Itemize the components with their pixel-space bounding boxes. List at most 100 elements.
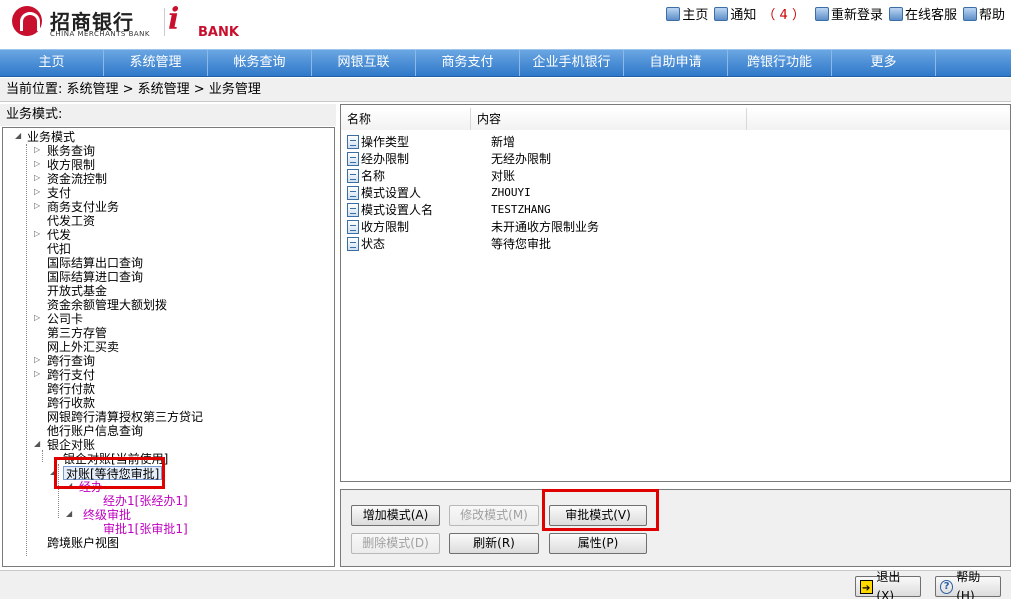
top-links: 主页 通知 （ 4 ） 重新登录 在线客服 帮助 [666,4,1005,23]
nav-item-cross-bank[interactable]: 跨银行功能 [728,50,832,76]
table-row[interactable]: 收方限制 未开通收方限制业务 [347,218,599,235]
tree-item-bank-recon-current[interactable]: 银企对账[当前使用] [63,452,168,466]
top-link-relogin-label: 重新登录 [830,8,883,23]
tree-item[interactable]: 商务支付业务 [47,200,119,214]
tree-item[interactable]: 第三方存管 [47,326,107,340]
tree-item[interactable]: 他行账户信息查询 [47,424,143,438]
tree-item-bank-recon[interactable]: 银企对账 [47,438,95,452]
tree-item[interactable]: 资金余额管理大额划拨 [47,298,167,312]
column-header-filler [747,108,1010,130]
tree-item[interactable]: 资金流控制 [47,172,107,186]
document-icon [347,219,359,234]
properties-button[interactable]: 属性(P) [549,533,647,554]
document-icon [347,134,359,149]
table-row[interactable]: 经办限制 无经办限制 [347,150,551,167]
tree-guide [42,450,43,462]
modify-mode-button[interactable]: 修改模式(M) [449,505,539,526]
table-row[interactable]: 名称 对账 [347,167,515,184]
document-icon [347,185,359,200]
ibank-logo-letter: i [168,2,180,37]
mode-tree: ◢ 业务模式 ▷ 账务查询 ▷ 收方限制 ▷ 资金流控制 ▷ 支付 ▷ 商务支付… [2,127,335,567]
collapse-icon[interactable]: ◢ [34,439,42,448]
expand-icon[interactable]: ▷ [34,201,42,210]
document-icon [347,236,359,251]
column-header-name[interactable]: 名称 [341,108,471,130]
tree-item-cross-border[interactable]: 跨境账户视图 [47,536,119,550]
tree-item[interactable]: 跨行查询 [47,354,95,368]
top-link-relogin[interactable]: 重新登录 [814,4,883,23]
tree-item[interactable]: 账务查询 [47,144,95,158]
notification-count: （ 4 ） [762,8,805,23]
breadcrumb: 当前位置: 系统管理 > 系统管理 > 业务管理 [0,78,1011,102]
tree-item[interactable]: 代扣 [47,242,71,256]
tree-guide [26,144,27,556]
tree-item-level-handle[interactable]: 经办 [79,480,103,494]
nav-item-commerce[interactable]: 商务支付 [416,50,520,76]
collapse-icon[interactable]: ◢ [50,467,58,476]
top-link-help[interactable]: 帮助 [962,4,1005,23]
tree-item[interactable]: 国际结算出口查询 [47,256,143,270]
top-link-service[interactable]: 在线客服 [888,4,957,23]
nav-item-more[interactable]: 更多 [832,50,936,76]
tree-root[interactable]: 业务模式 [27,130,75,144]
exit-button[interactable]: 退出(X) [855,570,921,599]
expand-icon[interactable]: ▷ [34,355,42,364]
tree-item[interactable]: 代发工资 [47,214,95,228]
nav-item-home[interactable]: 主页 [0,50,104,76]
relogin-icon [814,6,829,21]
top-link-home[interactable]: 主页 [666,4,708,23]
tree-item[interactable]: 网银跨行清算授权第三方贷记 [47,410,203,424]
collapse-icon[interactable]: ◢ [66,509,74,518]
expand-icon[interactable]: ▷ [34,229,42,238]
delete-mode-button[interactable]: 删除模式(D) [351,533,440,554]
top-link-notify[interactable]: 通知 （ 4 ） [714,4,809,23]
expand-icon[interactable]: ▷ [34,313,42,322]
nav-item-system[interactable]: 系统管理 [104,50,208,76]
table-row[interactable]: 状态 等待您审批 [347,235,551,252]
row-value: ZHOUYI [491,186,531,199]
tree-item[interactable]: 跨行收款 [47,396,95,410]
tree-item[interactable]: 公司卡 [47,312,83,326]
table-row[interactable]: 模式设置人 ZHOUYI [347,184,531,201]
nav-item-interbank[interactable]: 网银互联 [312,50,416,76]
expand-icon[interactable]: ▷ [34,173,42,182]
expand-icon[interactable]: ▷ [34,369,42,378]
footer-bar: 退出(X) ? 帮助(H) [0,570,1011,599]
add-mode-button[interactable]: 增加模式(A) [351,505,440,526]
tree-item[interactable]: 支付 [47,186,71,200]
row-value: 对账 [491,169,516,183]
expand-icon[interactable]: ▷ [34,187,42,196]
table-row[interactable]: 模式设置人名 TESTZHANG [347,201,551,218]
row-value: TESTZHANG [491,203,551,216]
bank-name-en: CHINA MERCHANTS BANK [50,30,150,38]
document-icon [347,168,359,183]
collapse-icon[interactable]: ◢ [66,481,74,490]
help-button[interactable]: ? 帮助(H) [935,570,1001,599]
column-header-content[interactable]: 内容 [471,108,747,130]
table-row[interactable]: 操作类型 新增 [347,133,515,150]
row-name: 操作类型 [361,135,410,149]
tree-item[interactable]: 跨行付款 [47,382,95,396]
tree-item[interactable]: 跨行支付 [47,368,95,382]
nav-item-account[interactable]: 帐务查询 [208,50,312,76]
tree-item[interactable]: 国际结算进口查询 [47,270,143,284]
refresh-button[interactable]: 刷新(R) [449,533,539,554]
tree-item[interactable]: 网上外汇买卖 [47,340,119,354]
main-nav: 主页 系统管理 帐务查询 网银互联 商务支付 企业手机银行 自助申请 跨银行功能… [0,49,1011,77]
home-icon [666,6,681,21]
expand-icon[interactable]: ▷ [34,159,42,168]
left-panel-label: 业务模式: [0,104,336,126]
tree-item-handler[interactable]: 经办1[张经办1] [103,494,188,508]
nav-item-mobile[interactable]: 企业手机银行 [520,50,624,76]
expand-icon[interactable]: ▷ [34,145,42,154]
approve-mode-button[interactable]: 审批模式(V) [549,505,647,526]
table-header: 名称 内容 [341,108,1010,130]
tree-item[interactable]: 代发 [47,228,71,242]
tree-item[interactable]: 开放式基金 [47,284,107,298]
tree-item[interactable]: 收方限制 [47,158,95,172]
tree-item-recon-selected[interactable]: 对账[等待您审批] [63,466,163,481]
tree-item-approver[interactable]: 审批1[张审批1] [103,522,188,536]
tree-item-level-final[interactable]: 终级审批 [83,508,131,522]
collapse-icon[interactable]: ◢ [15,131,23,140]
nav-item-self-service[interactable]: 自助申请 [624,50,728,76]
